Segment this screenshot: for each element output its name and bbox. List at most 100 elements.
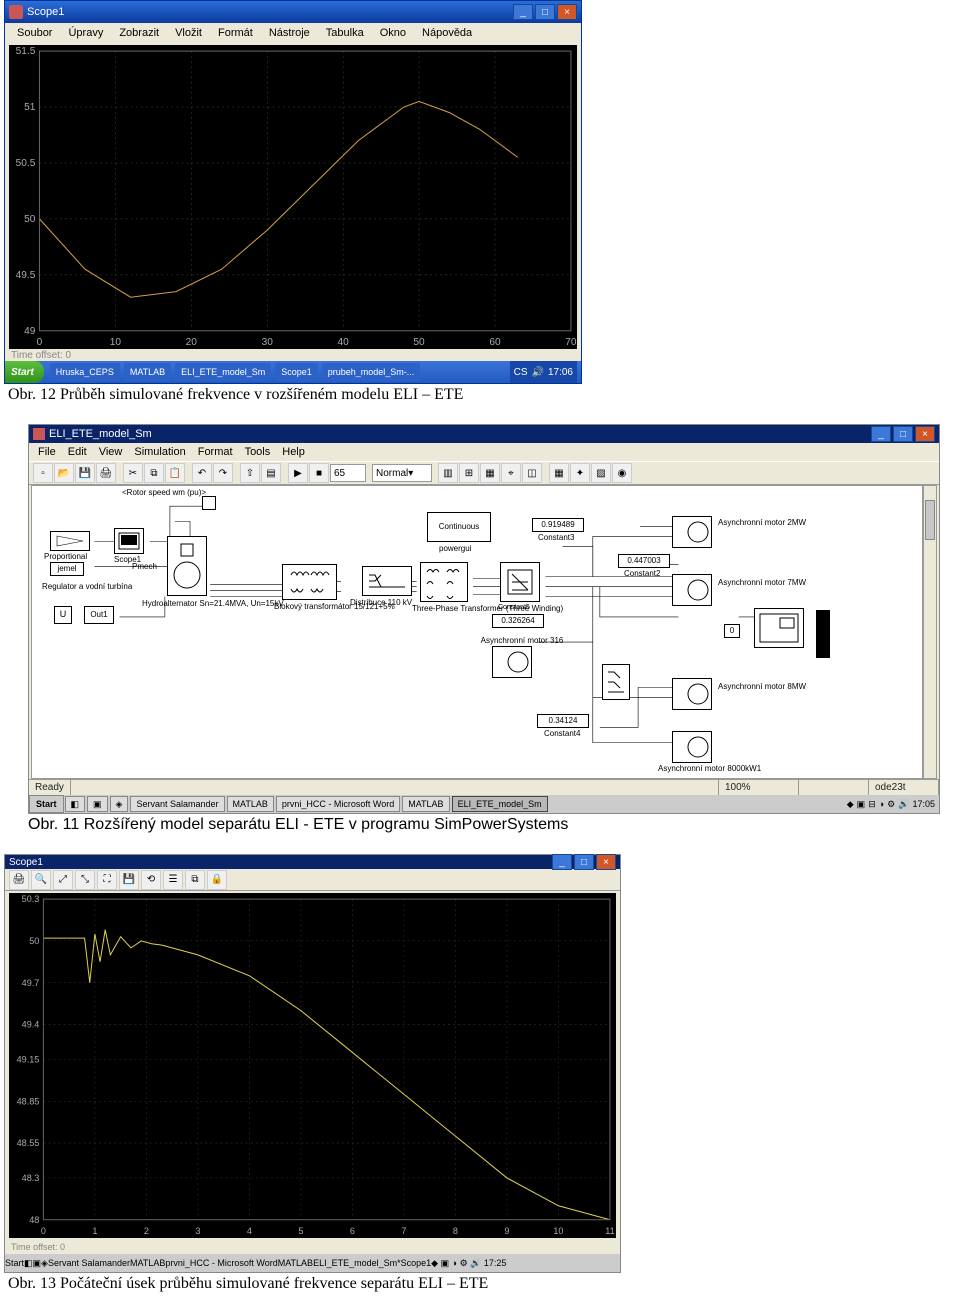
- proportional-block[interactable]: [50, 531, 90, 551]
- menu-upravy[interactable]: Úpravy: [62, 25, 109, 41]
- breaker-block[interactable]: [500, 562, 540, 602]
- tb-icon[interactable]: ⊞: [459, 463, 479, 483]
- new-icon[interactable]: ▫: [33, 463, 53, 483]
- scope1-block[interactable]: [114, 528, 144, 554]
- tb-icon[interactable]: ◉: [612, 463, 632, 483]
- menu-format[interactable]: Formát: [212, 25, 259, 41]
- taskbar-item[interactable]: ELI_ETE_model_Sm: [175, 363, 271, 381]
- menu-tabulka[interactable]: Tabulka: [320, 25, 370, 41]
- three-phase-tx-block[interactable]: [420, 562, 468, 602]
- menu-simulation[interactable]: Simulation: [129, 444, 190, 460]
- menu-okno[interactable]: Okno: [374, 25, 412, 41]
- const2-block[interactable]: 0.447003: [618, 554, 670, 568]
- minimize-button[interactable]: _: [552, 854, 572, 870]
- powergui-block[interactable]: Continuous: [427, 512, 491, 542]
- ql-icon[interactable]: ◈: [41, 1258, 48, 1269]
- autoscale-icon[interactable]: ⛶: [97, 870, 117, 890]
- ql-icon[interactable]: ◈: [110, 796, 129, 812]
- taskbar-item[interactable]: prubeh_model_Sm-...: [322, 363, 421, 381]
- minimize-button[interactable]: _: [871, 426, 891, 442]
- tb-icon[interactable]: ▦: [480, 463, 500, 483]
- tray-icon[interactable]: ⚙: [460, 1258, 468, 1268]
- tray-lang[interactable]: CS: [514, 367, 528, 378]
- undo-icon[interactable]: ↶: [192, 463, 212, 483]
- out1-block[interactable]: Out1: [84, 606, 114, 624]
- maximize-button[interactable]: □: [535, 4, 555, 20]
- taskbar-item[interactable]: Scope1: [275, 363, 318, 381]
- tray-icon[interactable]: 🔊: [898, 799, 909, 810]
- taskbar-item[interactable]: ELI_ETE_model_Sm: [452, 796, 548, 812]
- taskbar-item[interactable]: Servant Salamander: [48, 1258, 130, 1268]
- jemel-block[interactable]: jemel: [50, 562, 84, 576]
- nav-up-icon[interactable]: ⇧: [240, 463, 260, 483]
- zoom-icon[interactable]: 🔍: [31, 870, 51, 890]
- tray-icon[interactable]: ◆: [847, 799, 854, 810]
- restore-icon[interactable]: ⟲: [141, 870, 161, 890]
- taskbar-item[interactable]: Servant Salamander: [130, 796, 224, 812]
- save-icon[interactable]: 💾: [75, 463, 95, 483]
- menu-file[interactable]: File: [33, 444, 61, 460]
- const4-block[interactable]: 0.34124: [537, 714, 589, 728]
- tray-icon[interactable]: ◑: [452, 1258, 457, 1268]
- ql-icon[interactable]: ◧: [24, 1258, 33, 1269]
- zoom-x-icon[interactable]: ⤢: [53, 870, 73, 890]
- taskbar-item[interactable]: MATLAB: [130, 1258, 165, 1268]
- start-button[interactable]: Start: [5, 1258, 24, 1268]
- close-button[interactable]: ×: [915, 426, 935, 442]
- menu-view[interactable]: View: [94, 444, 128, 460]
- subsys-block[interactable]: [754, 608, 804, 648]
- asm-8mw-block[interactable]: [672, 678, 712, 710]
- const3-block[interactable]: 0.919489: [532, 518, 584, 532]
- copy-icon[interactable]: ⧉: [144, 463, 164, 483]
- menu-help[interactable]: Help: [277, 444, 310, 460]
- menu-vlozit[interactable]: Vložit: [169, 25, 208, 41]
- const5-block[interactable]: 0.326264: [492, 614, 544, 628]
- close-button[interactable]: ×: [557, 4, 577, 20]
- taskbar-item[interactable]: Scope1: [401, 1258, 432, 1268]
- ql-icon[interactable]: ◧: [65, 796, 86, 812]
- menu-tools[interactable]: Tools: [240, 444, 276, 460]
- asm-8000-block[interactable]: [672, 731, 712, 763]
- block-transformer[interactable]: [282, 564, 337, 600]
- cut-icon[interactable]: ✂: [123, 463, 143, 483]
- float-icon[interactable]: ⧉: [185, 870, 205, 890]
- maximize-button[interactable]: □: [893, 426, 913, 442]
- tb-icon[interactable]: ✦: [570, 463, 590, 483]
- redo-icon[interactable]: ↷: [213, 463, 233, 483]
- taskbar-item[interactable]: prvni_HCC - Microsoft Word: [276, 796, 400, 812]
- tb-icon[interactable]: ⌖: [501, 463, 521, 483]
- vertical-scrollbar[interactable]: [923, 485, 937, 779]
- tray-icon[interactable]: 🔊: [470, 1258, 481, 1268]
- zero-block[interactable]: 0: [724, 624, 740, 638]
- tray-icon[interactable]: ⊟: [868, 799, 876, 810]
- u-block[interactable]: U: [54, 606, 72, 624]
- tray-icon[interactable]: ▣: [441, 1258, 450, 1268]
- menu-nastroje[interactable]: Nástroje: [263, 25, 316, 41]
- taskbar-item[interactable]: MATLAB: [278, 1258, 313, 1268]
- play-icon[interactable]: ▶: [288, 463, 308, 483]
- speaker-icon[interactable]: 🔊: [532, 367, 544, 378]
- menu-edit[interactable]: Edit: [63, 444, 92, 460]
- taskbar-item[interactable]: MATLAB: [227, 796, 274, 812]
- mode-select[interactable]: Normal ▾: [372, 464, 432, 482]
- maximize-button[interactable]: □: [574, 854, 594, 870]
- tray-icon[interactable]: ▣: [857, 799, 866, 810]
- start-button[interactable]: Start: [5, 361, 44, 383]
- taskbar-item[interactable]: ELI_ETE_model_Sm*: [313, 1258, 401, 1268]
- asm-316-block[interactable]: [492, 646, 532, 678]
- zoom-y-icon[interactable]: ⤡: [75, 870, 95, 890]
- minimize-button[interactable]: _: [513, 4, 533, 20]
- menu-zobrazit[interactable]: Zobrazit: [113, 25, 165, 41]
- terminator-block[interactable]: [816, 610, 830, 658]
- tb-icon[interactable]: ▥: [438, 463, 458, 483]
- tray-icon[interactable]: ◑: [879, 799, 884, 809]
- tb-icon[interactable]: ▨: [591, 463, 611, 483]
- hydro-block[interactable]: [167, 536, 207, 596]
- save-icon[interactable]: 💾: [119, 870, 139, 890]
- menu-format[interactable]: Format: [193, 444, 238, 460]
- menu-soubor[interactable]: Soubor: [11, 25, 58, 41]
- simtime-field[interactable]: 65: [330, 464, 366, 482]
- close-button[interactable]: ×: [596, 854, 616, 870]
- threephase-switch[interactable]: [602, 664, 630, 700]
- tray-icon[interactable]: ◆: [431, 1258, 438, 1268]
